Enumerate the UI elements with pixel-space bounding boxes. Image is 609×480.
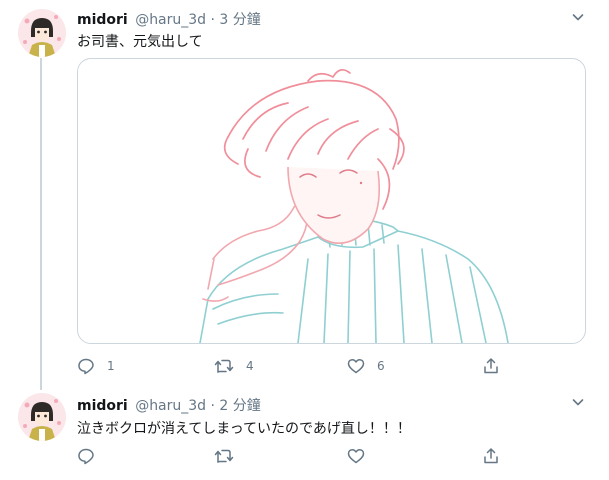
tweet[interactable]: midori @haru_3d · 3 分鐘 お司書、元気出して 1 4 6 <box>0 0 609 385</box>
like-button[interactable]: 6 <box>347 355 385 377</box>
avatar[interactable] <box>18 9 66 57</box>
tweet-media-image[interactable] <box>77 58 586 344</box>
tweet-text: お司書、元気出して <box>77 34 203 50</box>
timestamp[interactable]: 3 分鐘 <box>219 12 260 28</box>
tweet-text: 泣きボクロが消えてしまっていたのであげ直し！！！ <box>77 421 411 437</box>
caret-down-icon[interactable] <box>570 394 586 410</box>
like-icon <box>347 447 365 465</box>
reply-button[interactable] <box>77 445 95 467</box>
handle[interactable]: @haru_3d <box>135 12 206 28</box>
share-icon <box>482 357 500 375</box>
retweet-button[interactable]: 4 <box>214 355 254 377</box>
avatar[interactable] <box>18 393 66 441</box>
tweet[interactable]: midori @haru_3d · 2 分鐘 泣きボクロが消えてしまっていたので… <box>0 385 609 480</box>
tweet-header: midori @haru_3d · 2 分鐘 <box>77 395 261 415</box>
retweet-icon <box>214 357 234 375</box>
like-button[interactable] <box>347 445 365 467</box>
like-count: 6 <box>377 359 385 373</box>
reply-icon <box>77 447 95 465</box>
separator: · <box>210 398 215 414</box>
share-button[interactable] <box>482 355 500 377</box>
share-icon <box>482 447 500 465</box>
handle[interactable]: @haru_3d <box>135 398 206 414</box>
caret-down-icon[interactable] <box>570 9 586 25</box>
share-button[interactable] <box>482 445 500 467</box>
reply-button[interactable]: 1 <box>77 355 115 377</box>
timestamp[interactable]: 2 分鐘 <box>219 398 260 414</box>
retweet-count: 4 <box>246 359 254 373</box>
display-name[interactable]: midori <box>77 398 128 414</box>
display-name[interactable]: midori <box>77 12 128 28</box>
reply-count: 1 <box>107 359 115 373</box>
separator: · <box>210 12 215 28</box>
retweet-button[interactable] <box>214 445 234 467</box>
retweet-icon <box>214 447 234 465</box>
like-icon <box>347 357 365 375</box>
tweet-header: midori @haru_3d · 3 分鐘 <box>77 9 261 29</box>
reply-icon <box>77 357 95 375</box>
